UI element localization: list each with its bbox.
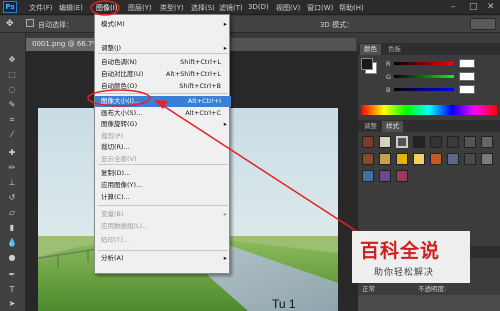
watermark: 百科全说 助你轻松解决 <box>352 231 470 283</box>
watermark-title: 百科全说 <box>360 240 441 262</box>
annotation-arrow-line <box>161 104 371 241</box>
highlight-ellipse-image-size <box>87 89 151 107</box>
watermark-subtitle: 助你轻松解决 <box>374 268 435 278</box>
highlight-ellipse-image-menu <box>90 0 120 16</box>
